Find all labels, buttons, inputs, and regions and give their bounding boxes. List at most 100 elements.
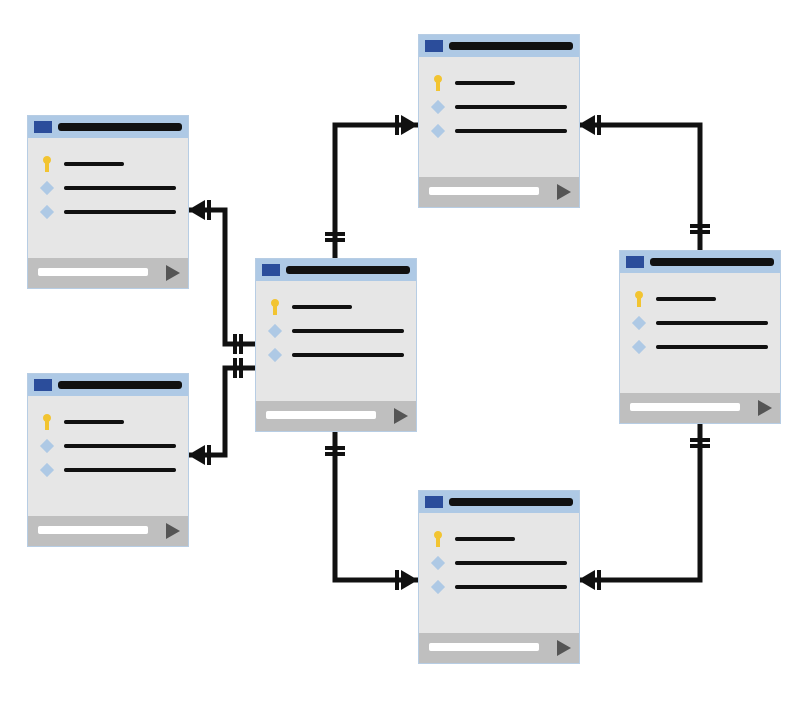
db-table-node[interactable] <box>418 490 580 664</box>
table-body <box>419 513 579 609</box>
column-placeholder <box>656 297 716 301</box>
table-row-attr <box>431 579 567 595</box>
attribute-icon <box>632 339 646 355</box>
table-footer <box>419 177 579 207</box>
column-placeholder <box>455 81 515 85</box>
attribute-icon <box>40 204 54 220</box>
table-title-bar <box>286 266 410 274</box>
db-table-node[interactable] <box>27 373 189 547</box>
column-placeholder <box>656 321 768 325</box>
expand-icon[interactable] <box>758 400 772 416</box>
window-control-icon <box>34 121 52 133</box>
primary-key-icon <box>268 299 282 315</box>
table-header <box>620 251 780 273</box>
table-footer <box>28 258 188 288</box>
table-body <box>620 273 780 369</box>
table-row-pk <box>40 156 176 172</box>
expand-icon[interactable] <box>394 408 408 424</box>
window-control-icon <box>626 256 644 268</box>
column-placeholder <box>64 420 124 424</box>
column-placeholder <box>64 162 124 166</box>
expand-icon[interactable] <box>557 184 571 200</box>
table-row-pk <box>431 75 567 91</box>
table-row-attr <box>431 555 567 571</box>
table-header <box>419 491 579 513</box>
table-row-attr <box>40 438 176 454</box>
window-control-icon <box>34 379 52 391</box>
window-control-icon <box>262 264 280 276</box>
column-placeholder <box>455 537 515 541</box>
scrollbar-track[interactable] <box>429 187 539 195</box>
column-placeholder <box>455 105 567 109</box>
table-row-attr <box>40 462 176 478</box>
primary-key-icon <box>40 156 54 172</box>
table-title-bar <box>449 498 573 506</box>
window-control-icon <box>425 496 443 508</box>
table-row-attr <box>40 180 176 196</box>
table-title-bar <box>58 381 182 389</box>
primary-key-icon <box>632 291 646 307</box>
table-title-bar <box>58 123 182 131</box>
table-row-pk <box>40 414 176 430</box>
db-table-node[interactable] <box>27 115 189 289</box>
attribute-icon <box>268 347 282 363</box>
scrollbar-track[interactable] <box>38 526 148 534</box>
attribute-icon <box>431 579 445 595</box>
attribute-icon <box>40 462 54 478</box>
table-row-attr <box>431 123 567 139</box>
scrollbar-track[interactable] <box>38 268 148 276</box>
table-row-pk <box>632 291 768 307</box>
window-control-icon <box>425 40 443 52</box>
attribute-icon <box>632 315 646 331</box>
attribute-icon <box>40 438 54 454</box>
table-header <box>28 116 188 138</box>
table-footer <box>419 633 579 663</box>
table-row-pk <box>268 299 404 315</box>
attribute-icon <box>431 99 445 115</box>
db-table-node[interactable] <box>255 258 417 432</box>
table-header <box>28 374 188 396</box>
table-footer <box>256 401 416 431</box>
scrollbar-track[interactable] <box>266 411 376 419</box>
table-footer <box>620 393 780 423</box>
primary-key-icon <box>40 414 54 430</box>
table-row-pk <box>431 531 567 547</box>
db-table-node[interactable] <box>619 250 781 424</box>
table-body <box>28 138 188 234</box>
table-row-attr <box>632 339 768 355</box>
column-placeholder <box>455 561 567 565</box>
attribute-icon <box>268 323 282 339</box>
table-header <box>256 259 416 281</box>
attribute-icon <box>40 180 54 196</box>
table-body <box>256 281 416 377</box>
column-placeholder <box>455 585 567 589</box>
column-placeholder <box>292 353 404 357</box>
table-title-bar <box>449 42 573 50</box>
table-row-attr <box>431 99 567 115</box>
column-placeholder <box>292 305 352 309</box>
table-body <box>419 57 579 153</box>
db-table-node[interactable] <box>418 34 580 208</box>
column-placeholder <box>455 129 567 133</box>
scrollbar-track[interactable] <box>429 643 539 651</box>
table-row-attr <box>268 323 404 339</box>
table-footer <box>28 516 188 546</box>
primary-key-icon <box>431 75 445 91</box>
attribute-icon <box>431 123 445 139</box>
table-row-attr <box>40 204 176 220</box>
expand-icon[interactable] <box>166 265 180 281</box>
column-placeholder <box>64 186 176 190</box>
column-placeholder <box>64 468 176 472</box>
table-row-attr <box>632 315 768 331</box>
column-placeholder <box>64 444 176 448</box>
expand-icon[interactable] <box>557 640 571 656</box>
scrollbar-track[interactable] <box>630 403 740 411</box>
table-row-attr <box>268 347 404 363</box>
expand-icon[interactable] <box>166 523 180 539</box>
column-placeholder <box>64 210 176 214</box>
column-placeholder <box>656 345 768 349</box>
table-header <box>419 35 579 57</box>
attribute-icon <box>431 555 445 571</box>
table-body <box>28 396 188 492</box>
er-diagram-canvas: { "diagram": { "type": "entity-relations… <box>0 0 800 706</box>
